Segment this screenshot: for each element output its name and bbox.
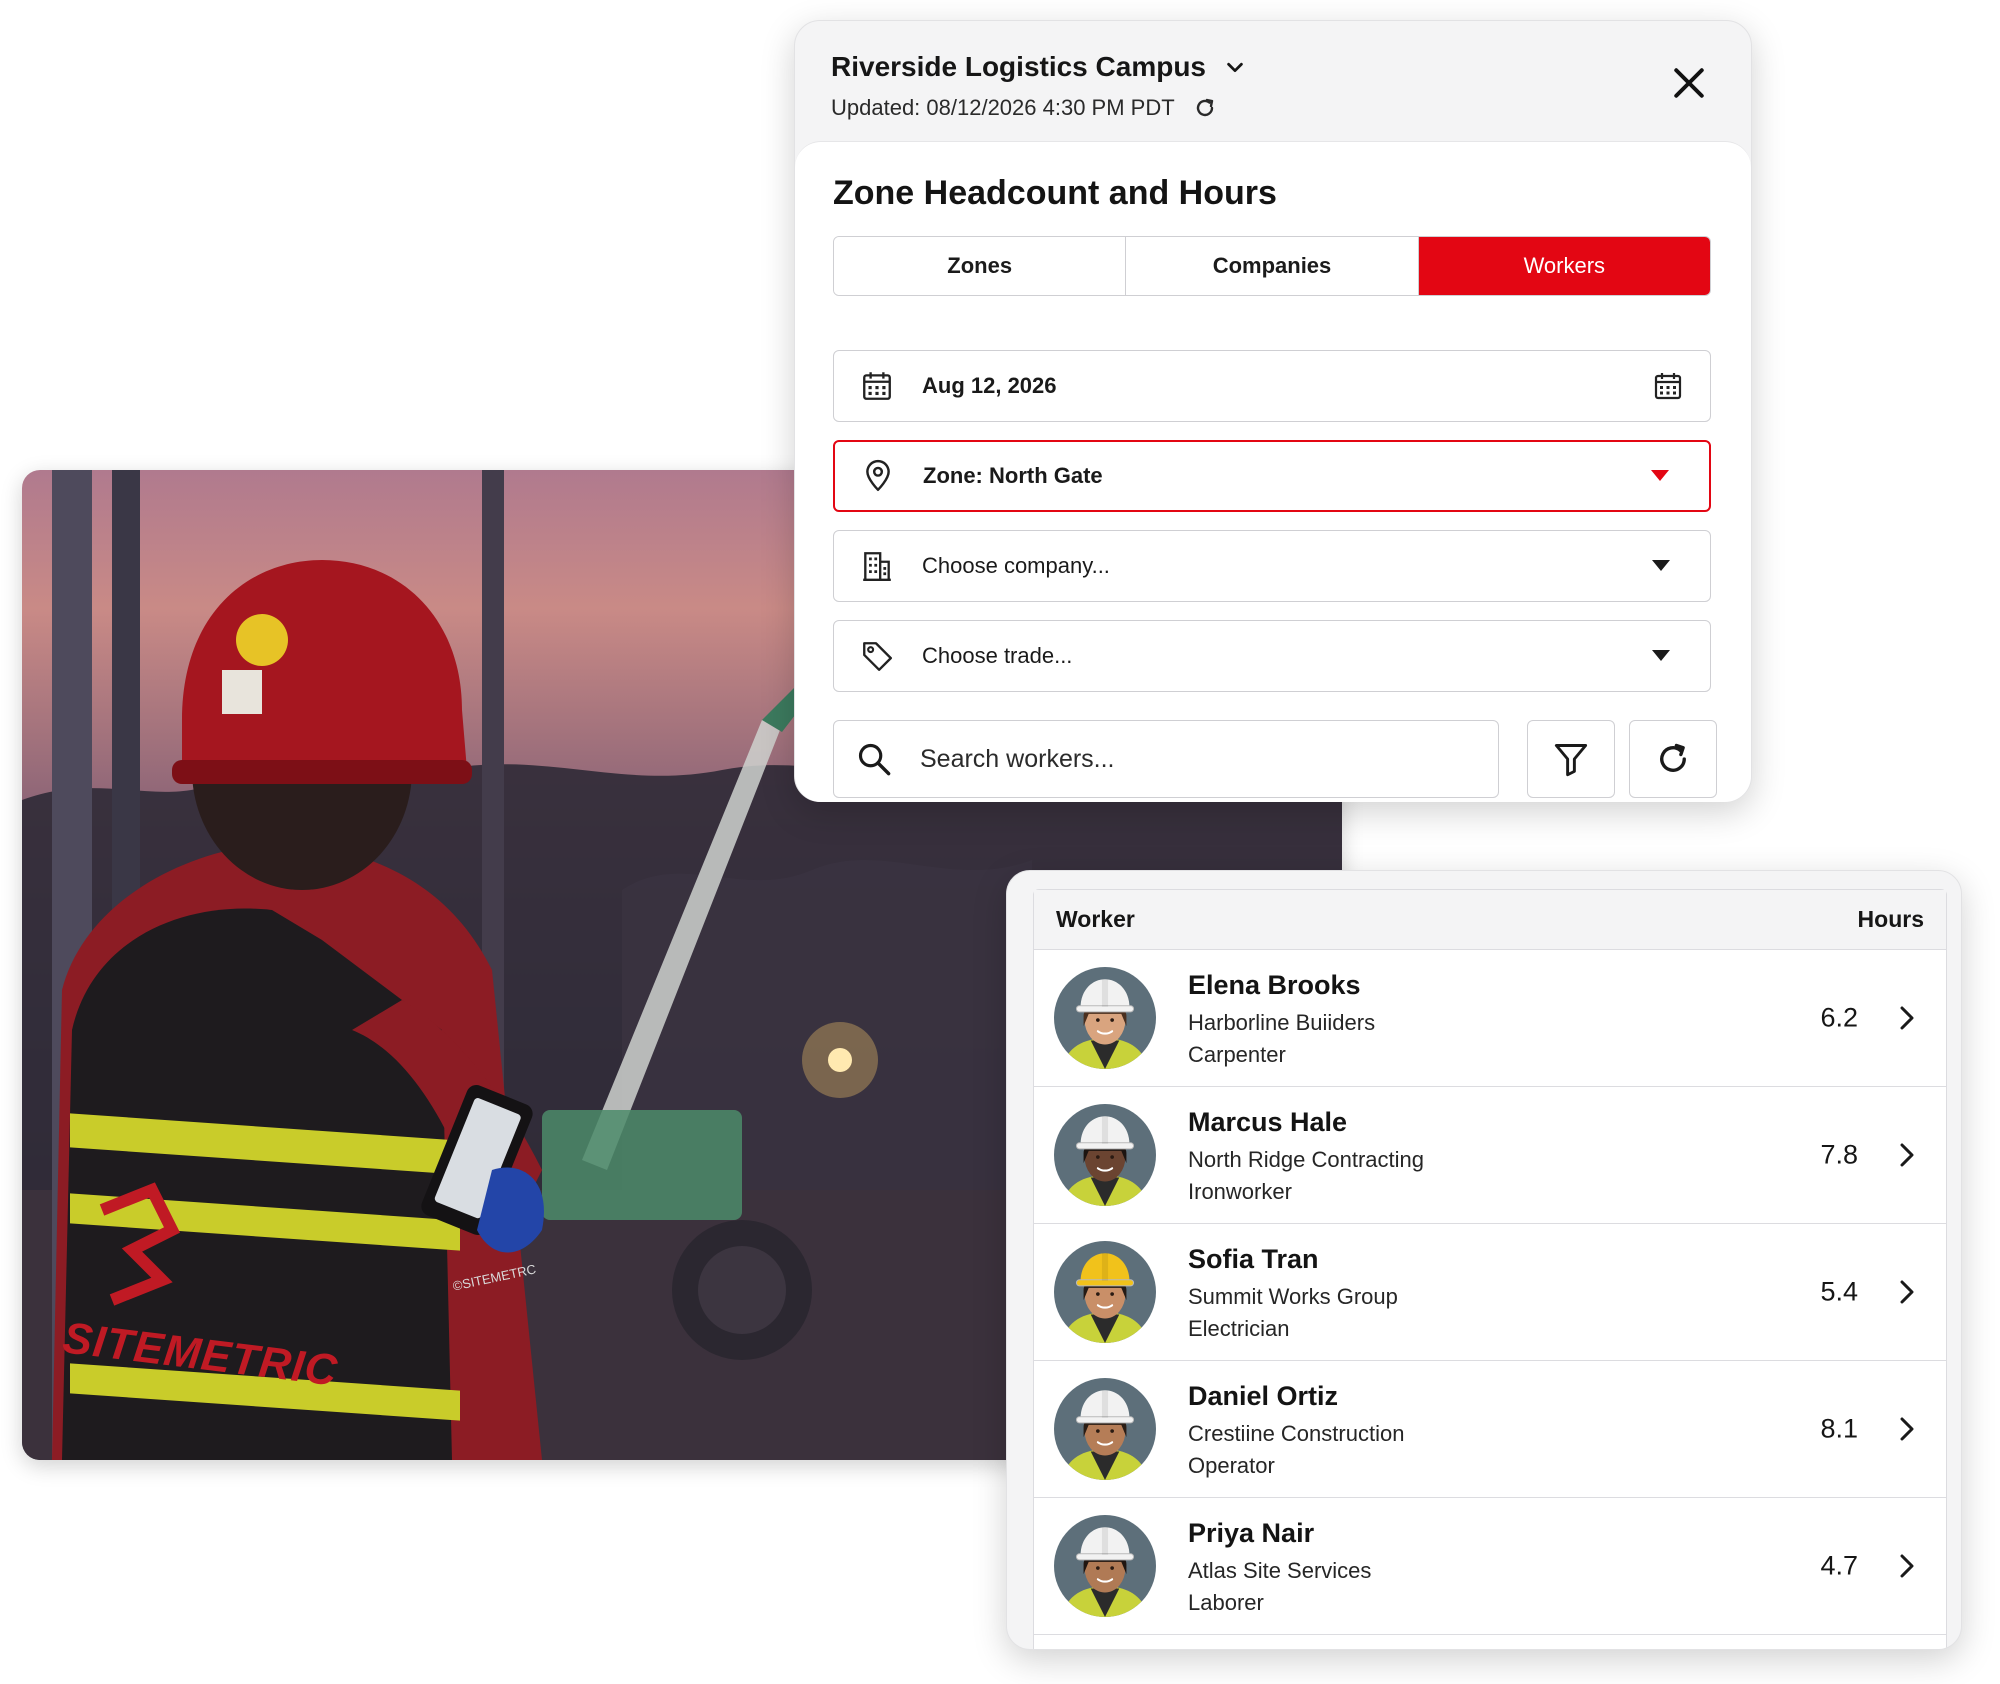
worker-name: Elena Brooks — [1188, 970, 1361, 1000]
trade-placeholder: Choose trade... — [922, 643, 1073, 668]
refresh-icon — [1660, 743, 1686, 772]
worker-trade: Operator — [1188, 1453, 1275, 1478]
table-row[interactable]: Priya Nair Atlas Site Services Laborer 4… — [1034, 1498, 1946, 1635]
table-row[interactable]: Marcus Hale North Ridge Contracting Iron… — [1034, 1087, 1946, 1224]
zone-select[interactable]: Zone: North Gate — [833, 440, 1711, 512]
close-button[interactable] — [1667, 61, 1711, 105]
worker-name: Sofia Tran — [1188, 1244, 1319, 1274]
table-header: Worker Hours — [1034, 890, 1946, 950]
calendar-icon — [863, 372, 891, 400]
avatar — [1054, 1241, 1156, 1343]
worker-hours: 6.2 — [1820, 1002, 1858, 1033]
worker-hours: 4.7 — [1820, 1550, 1858, 1581]
updated-text: Updated: 08/12/2026 4:30 PM PDT — [831, 95, 1175, 120]
worker-company: Crestiine Construction — [1188, 1421, 1405, 1446]
avatar — [1054, 1515, 1156, 1617]
zone-value: Zone: North Gate — [923, 463, 1103, 488]
chevron-right-icon[interactable] — [1896, 1277, 1918, 1307]
caret-down-icon — [1652, 560, 1670, 571]
search-icon — [858, 743, 891, 776]
chevron-down-icon — [1227, 62, 1243, 73]
caret-down-icon — [1652, 650, 1670, 661]
table-row[interactable]: Elena Brooks Harborline Buiiders Carpent… — [1034, 950, 1946, 1087]
worker-portrait — [1054, 967, 1156, 1069]
table-body: Elena Brooks Harborline Buiiders Carpent… — [1034, 950, 1946, 1635]
calendar-icon[interactable] — [1652, 370, 1684, 402]
chevron-right-icon[interactable] — [1896, 1414, 1918, 1444]
avatar — [1054, 967, 1156, 1069]
refresh-icon[interactable] — [1193, 96, 1217, 120]
tag-icon — [863, 642, 892, 671]
worker-hours: 8.1 — [1820, 1413, 1858, 1444]
worker-company: Atlas Site Services — [1188, 1558, 1372, 1583]
company-select[interactable]: Choose company... — [833, 530, 1711, 602]
tab-companies[interactable]: Companies — [1126, 237, 1419, 295]
filter-button[interactable] — [1527, 720, 1615, 798]
worker-company: Summit Works Group — [1188, 1284, 1398, 1309]
zone-filter-panel: Riverside Logistics Campus Updated: 08/1… — [794, 20, 1752, 802]
avatar — [1054, 1378, 1156, 1480]
trade-select[interactable]: Choose trade... — [833, 620, 1711, 692]
worker-trade: Carpenter — [1188, 1042, 1286, 1067]
worker-company: Harborline Buiiders — [1188, 1010, 1376, 1035]
tab-workers[interactable]: Workers — [1418, 237, 1710, 295]
date-value: Aug 12, 2026 — [922, 373, 1057, 398]
search-input[interactable] — [920, 721, 1480, 797]
worker-portrait — [1054, 1515, 1156, 1617]
table-row[interactable]: Sofia Tran Summit Works Group Electricia… — [1034, 1224, 1946, 1361]
worker-trade: Laborer — [1188, 1590, 1264, 1615]
worker-name: Marcus Hale — [1188, 1107, 1348, 1137]
worker-trade: Ironworker — [1188, 1179, 1292, 1204]
worker-name: Priya Nair — [1188, 1518, 1315, 1548]
column-header-hours: Hours — [1857, 906, 1924, 932]
worker-trade: Electrician — [1188, 1316, 1290, 1341]
panel-body: Zone Headcount and Hours Zones Companies… — [795, 141, 1751, 802]
date-picker[interactable]: Aug 12, 2026 — [833, 350, 1711, 422]
panel-title: Zone Headcount and Hours — [833, 174, 1277, 212]
worker-hours: 5.4 — [1820, 1276, 1858, 1307]
close-icon — [1674, 68, 1704, 98]
site-selector[interactable]: Riverside Logistics Campus — [831, 51, 1246, 83]
location-pin-icon — [866, 459, 890, 492]
chevron-right-icon[interactable] — [1896, 1003, 1918, 1033]
workers-panel: Worker Hours Elena Brooks Harborline Bui… — [1006, 870, 1962, 1650]
company-placeholder: Choose company... — [922, 553, 1110, 578]
chevron-right-icon[interactable] — [1896, 1140, 1918, 1170]
worker-name: Daniel Ortiz — [1188, 1381, 1339, 1411]
worker-portrait — [1054, 1241, 1156, 1343]
search-box — [833, 720, 1499, 798]
tab-zones[interactable]: Zones — [834, 237, 1127, 295]
filter-icon — [1554, 744, 1588, 777]
site-name: Riverside Logistics Campus — [831, 51, 1207, 82]
worker-hours: 7.8 — [1820, 1139, 1858, 1170]
building-icon — [863, 552, 891, 581]
worker-company: North Ridge Contracting — [1188, 1147, 1425, 1172]
chevron-right-icon[interactable] — [1896, 1551, 1918, 1581]
caret-down-icon — [1651, 470, 1669, 481]
worker-portrait — [1054, 1378, 1156, 1480]
refresh-button[interactable] — [1629, 720, 1717, 798]
column-header-worker: Worker — [1056, 906, 1135, 932]
table-row[interactable]: Daniel Ortiz Crestiine Construction Oper… — [1034, 1361, 1946, 1498]
workers-table: Worker Hours Elena Brooks Harborline Bui… — [1033, 889, 1947, 1649]
last-updated: Updated: 08/12/2026 4:30 PM PDT — [831, 95, 1217, 121]
view-tabs: Zones Companies Workers — [833, 236, 1711, 296]
worker-portrait — [1054, 1104, 1156, 1206]
avatar — [1054, 1104, 1156, 1206]
